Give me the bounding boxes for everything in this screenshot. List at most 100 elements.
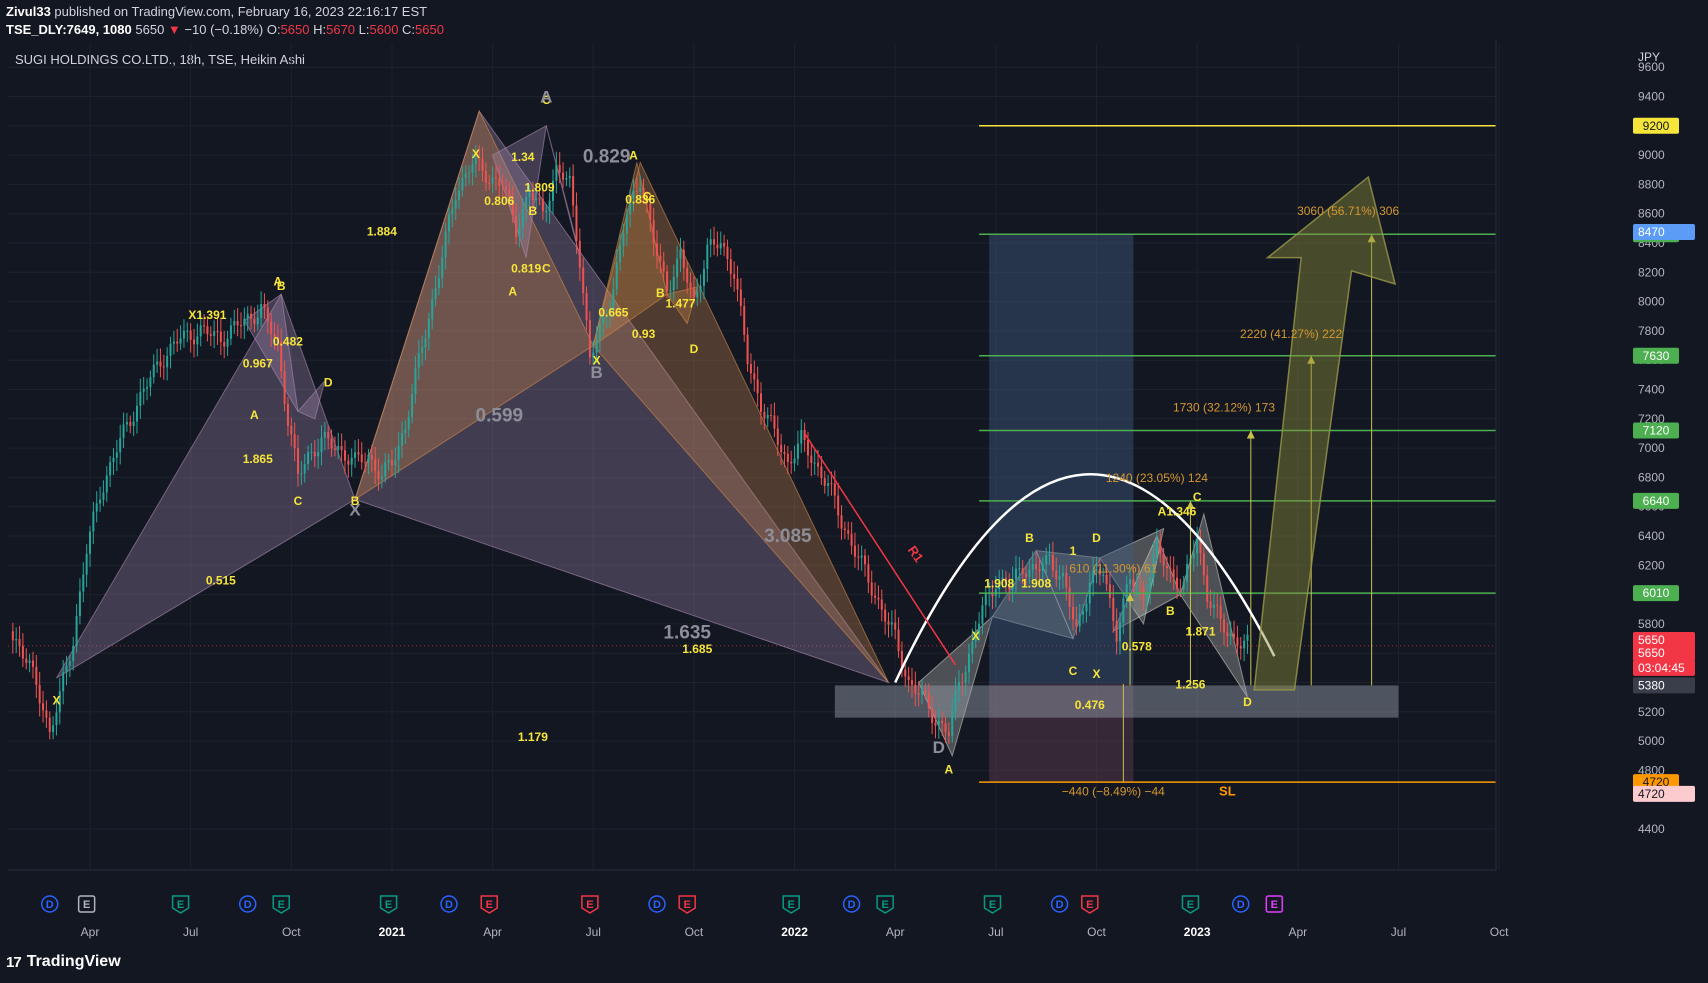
candle-body — [1041, 564, 1044, 571]
candle-body — [1055, 570, 1058, 580]
level-badge-text: 6010 — [1643, 586, 1670, 600]
candle-body — [99, 499, 102, 504]
time-tick-label: 2021 — [379, 925, 406, 939]
candle-body — [595, 339, 598, 353]
candle-body — [1202, 553, 1205, 576]
axis-badge-text: 5650 — [1638, 646, 1665, 660]
candle-body — [303, 464, 306, 474]
candle-body — [682, 249, 685, 268]
candle-body — [72, 646, 75, 662]
candle-body — [320, 437, 323, 453]
legend-title: SUGI HOLDINGS CO.LTD., 18h, TSE, Heikin … — [15, 52, 305, 67]
candle-body — [109, 462, 112, 476]
tradingview-brand[interactable]: 17 TradingView — [6, 953, 121, 971]
candle-body — [464, 173, 467, 178]
point-letter: C — [294, 494, 303, 508]
point-letter: X — [1092, 667, 1100, 681]
price-tick-label: 6200 — [1638, 558, 1665, 572]
time-tick-label: Oct — [685, 925, 704, 939]
candle-body — [1206, 575, 1209, 602]
candle-body — [800, 430, 803, 444]
candle-body — [494, 177, 497, 179]
ratio-label: 0.578 — [1122, 639, 1152, 653]
candle-body — [330, 438, 333, 449]
candle-body — [18, 639, 21, 646]
candle-body — [686, 267, 689, 283]
candle-body — [169, 343, 172, 356]
candle-body — [122, 424, 125, 438]
candle-body — [48, 717, 51, 733]
candle-body — [397, 445, 400, 461]
event-icon-letter: E — [385, 899, 392, 911]
axis-badge-text: 8470 — [1638, 225, 1665, 239]
target-label: −440 (−8.49%) −44 — [1062, 784, 1165, 798]
level-badge-text: 6640 — [1643, 494, 1670, 508]
event-icon-letter: D — [653, 899, 661, 911]
event-icon-letter: E — [83, 899, 90, 911]
support-zone — [834, 685, 1399, 718]
candle-body — [907, 676, 910, 681]
ratio-label: 1.477 — [665, 296, 695, 310]
candle-body — [454, 200, 457, 209]
ratio-label: A1.346 — [1158, 504, 1197, 518]
big-ratio-label: 3.085 — [764, 526, 812, 547]
candle-body — [1065, 572, 1068, 588]
candle-body — [203, 325, 206, 327]
candle-body — [1132, 579, 1135, 587]
candle-body — [1155, 541, 1158, 556]
ratio-label: 0.93 — [632, 327, 656, 341]
level-badge-text: 9200 — [1643, 119, 1670, 133]
candle-body — [142, 388, 145, 392]
candle-body — [1051, 554, 1054, 571]
big-ratio-label: 0.599 — [476, 406, 524, 427]
candle-body — [404, 429, 407, 434]
candle-body — [333, 448, 336, 450]
candle-body — [1035, 564, 1038, 570]
candle-body — [290, 425, 293, 435]
candle-body — [813, 462, 816, 464]
point-letter: C — [1069, 664, 1078, 678]
candle-body — [1209, 601, 1212, 608]
candle-body — [1105, 574, 1108, 585]
candle-body — [867, 564, 870, 583]
candle-body — [659, 255, 662, 262]
candle-body — [364, 462, 367, 464]
candle-body — [1236, 637, 1239, 646]
price-chart[interactable]: SUGI HOLDINGS CO.LTD., 18h, TSE, Heikin … — [0, 0, 1708, 945]
target-label: 2220 (41.27%) 222 — [1240, 327, 1342, 341]
candle-body — [790, 461, 793, 464]
candle-body — [521, 209, 524, 228]
candle-body — [766, 414, 769, 419]
target-label: 1240 (23.05%) 124 — [1106, 471, 1208, 485]
ratio-label: 1.871 — [1185, 625, 1215, 639]
candle-body — [458, 190, 461, 201]
candle-body — [186, 330, 189, 332]
event-icon-letter: E — [586, 899, 593, 911]
candle-body — [424, 338, 427, 348]
candle-body — [961, 681, 964, 683]
candle-body — [847, 530, 850, 534]
candle-body — [129, 422, 132, 426]
candle-body — [739, 289, 742, 307]
candle-body — [1159, 541, 1162, 555]
candle-body — [793, 458, 796, 464]
candle-body — [931, 708, 934, 724]
target-label: 1730 (32.12%) 173 — [1173, 400, 1275, 414]
candle-body — [156, 361, 159, 365]
candle-body — [1216, 604, 1219, 606]
candle-body — [954, 690, 957, 711]
candle-body — [1182, 581, 1185, 590]
candle-body — [45, 710, 48, 718]
candle-body — [669, 290, 672, 292]
candle-body — [297, 448, 300, 474]
candle-body — [548, 200, 551, 212]
time-tick-label: Apr — [886, 925, 905, 939]
price-tick-label: 5000 — [1638, 734, 1665, 748]
candle-body — [780, 444, 783, 453]
candle-body — [488, 182, 491, 184]
candle-body — [162, 366, 165, 368]
candle-body — [1145, 593, 1148, 598]
price-tick-label: 6400 — [1638, 529, 1665, 543]
big-point-letter: A — [540, 87, 552, 106]
point-letter: D — [324, 376, 333, 390]
